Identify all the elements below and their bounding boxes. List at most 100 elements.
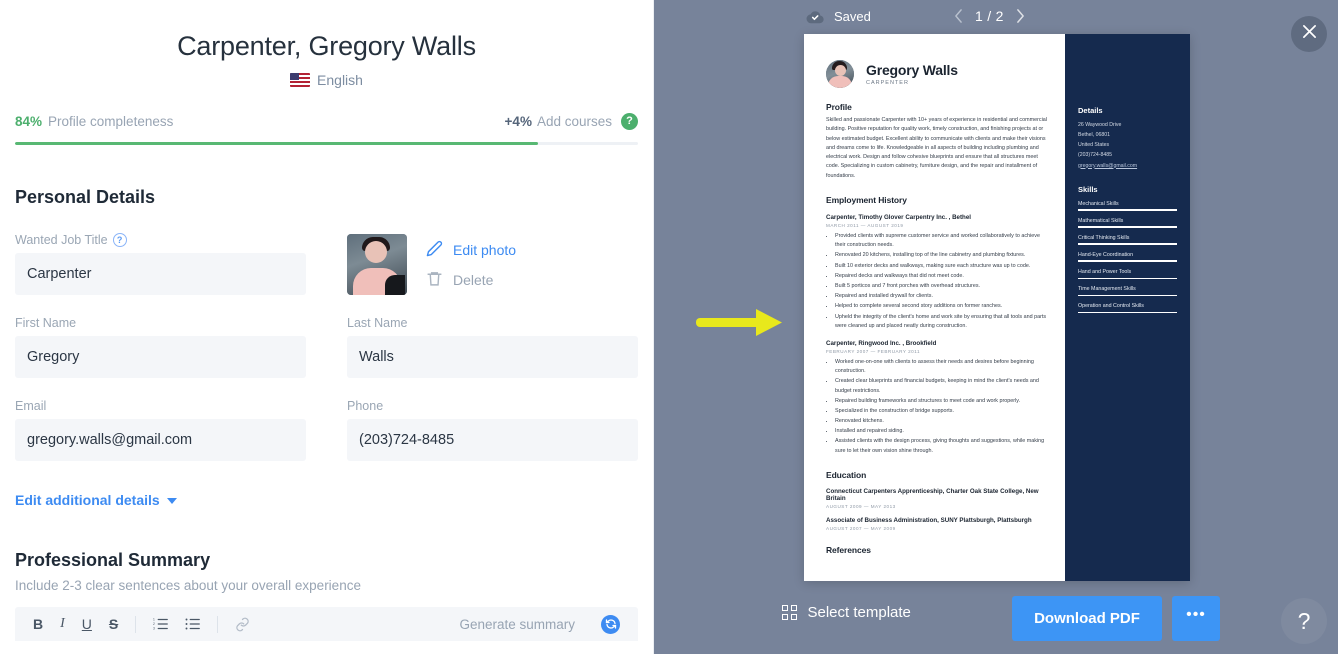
resume-skill-name: Hand and Power Tools [1078,269,1132,276]
wanted-job-title-input[interactable]: Carpenter [15,253,306,295]
strikethrough-button[interactable]: S [109,617,118,631]
help-button[interactable]: ? [1281,598,1327,644]
bold-button[interactable]: B [33,617,43,631]
edit-additional-details-link[interactable]: Edit additional details [15,492,638,508]
list-item: Worked one-on-one with clients to assess… [835,358,1047,376]
resume-skill-bar [1078,209,1177,211]
language-row[interactable]: English [15,72,638,88]
us-flag-icon [290,73,311,87]
resume-education-title: Connecticut Carpenters Apprenticeship, C… [826,487,1039,502]
resume-skill-name: Mathematical Skills [1078,217,1124,224]
completeness-help-icon[interactable]: ? [621,113,638,130]
resume-skill-name: Hand-Eye Coordination [1078,251,1134,258]
last-name-field: Last Name Walls [347,316,638,378]
select-template-label: Select template [807,604,911,621]
underline-button[interactable]: U [82,617,92,631]
wanted-job-title-help-icon[interactable]: ? [112,233,127,247]
generate-summary-label[interactable]: Generate summary [459,617,575,632]
download-pdf-button[interactable]: Download PDF [1012,596,1162,641]
resume-header: Gregory Walls CARPENTER [826,60,1047,88]
resume-details-email[interactable]: gregory.walls@gmail.com [1078,161,1177,171]
chevron-left-icon[interactable] [954,9,963,23]
email-input[interactable]: gregory.walls@gmail.com [15,419,306,461]
select-template-button[interactable]: Select template [782,604,911,621]
resume-skill-name: Operation and Control Skills [1078,303,1144,310]
ordered-list-icon[interactable]: 123 [153,617,169,631]
add-courses-percent: +4% [504,114,532,129]
resume-skills-list: Mechanical Skills Mathematical Skills Crit… [1078,201,1177,314]
resume-skill-bar [1078,294,1177,297]
link-icon[interactable] [235,617,250,632]
resume-detail-line: United States [1078,142,1110,149]
italic-button[interactable]: I [60,617,65,631]
toolbar-divider-2 [217,615,219,633]
first-name-input[interactable]: Gregory [15,336,306,378]
phone-input[interactable]: (203)724-8485 [347,419,638,461]
avatar[interactable] [347,234,407,295]
resume-preview-page[interactable]: Gregory Walls CARPENTER Profile Skilled … [804,34,1190,581]
language-label: English [317,72,363,88]
delete-photo-button[interactable]: Delete [426,270,516,290]
resume-education-heading: Education [826,469,867,480]
resume-skill-item: Time Management Skills [1078,286,1177,297]
add-courses-label[interactable]: Add courses [537,114,612,129]
email-label: Email [15,399,47,413]
resume-education-list: Connecticut Carpenters Apprenticeship, C… [826,488,1047,531]
editor-pane: Carpenter, Gregory Walls English 84% Pro… [0,0,654,654]
wanted-job-title-field: Wanted Job Title ? Carpenter [15,233,306,295]
chevron-right-icon[interactable] [1016,9,1025,23]
resume-detail-line: Bethel, 06801 [1078,132,1111,139]
more-options-button[interactable]: ••• [1172,596,1220,641]
page-title: Carpenter, Gregory Walls [177,31,476,61]
personal-details-heading: Personal Details [15,187,156,207]
list-item: Built 5 porticos and 7 front porches wit… [835,282,1047,291]
delete-photo-label: Delete [453,272,494,288]
last-name-input[interactable]: Walls [347,336,638,378]
resume-name: Gregory Walls [866,62,958,78]
contact-row: Email gregory.walls@gmail.com Phone (203… [15,399,638,461]
svg-text:1: 1 [153,618,155,622]
resume-skill-name: Critical Thinking Skills [1078,234,1130,241]
resume-skill-item: Critical Thinking Skills [1078,235,1177,245]
resume-education-dates: AUGUST 2009 — MAY 2013 [826,503,896,509]
cloud-check-icon [806,10,825,24]
close-button[interactable] [1291,16,1327,52]
edit-photo-button[interactable]: Edit photo [426,240,516,260]
list-item: Renovated 20 kitchens, installing top of… [835,251,1047,260]
resume-skill-name: Time Management Skills [1078,286,1136,293]
last-name-label: Last Name [347,316,408,330]
list-item: Upheld the integrity of the client's hom… [835,313,1047,331]
resume-references-heading: References [826,544,871,555]
job-title-and-photo-row: Wanted Job Title ? Carpenter Edit photo … [15,233,638,295]
list-item: Repaired building frameworks and structu… [835,397,1047,406]
list-item: Helped to complete several second story … [835,302,1047,311]
resume-skill-item: Mechanical Skills [1078,201,1177,211]
resume-skill-bar [1078,260,1177,263]
resume-job-bullets: Provided clients with supreme customer s… [835,232,1047,331]
resume-job-bullets: Worked one-on-one with clients to assess… [835,358,1047,456]
refresh-icon[interactable] [601,614,620,634]
photo-area: Edit photo Delete [347,233,638,295]
list-item: Created clear blueprints and financial b… [835,377,1047,395]
resume-skill-item: Operation and Control Skills [1078,303,1177,314]
bullet-list-icon[interactable] [185,617,201,631]
pencil-icon [426,240,443,260]
resume-skills-heading: Skills [1078,184,1098,194]
resume-skill-item: Mathematical Skills [1078,218,1177,228]
resume-profile-text: Skilled and passionate Carpenter with 10… [826,117,1047,179]
list-item: Assisted clients with the design process… [835,437,1047,455]
resume-education-dates: AUGUST 2007 — MAY 2009 [826,525,896,531]
resume-employment-heading: Employment History [826,195,907,206]
resume-detail-line: 26 Waywood Drive [1078,122,1122,128]
rich-text-toolbar: B I U S 123 Generate summary [15,607,638,641]
resume-education-title: Associate of Business Administration, SU… [826,516,1032,524]
list-item: Repaired decks and walkways that did not… [835,272,1047,281]
progress-bar [15,142,638,145]
completeness-percent: 84% [15,114,43,129]
saved-label: Saved [834,9,871,24]
resume-job-dates: MARCH 2011 — AUGUST 2019 [826,223,904,229]
resume-details-list: 26 Waywood Drive Bethel, 06801 United Stat… [1078,120,1177,161]
preview-topbar: Saved 1 / 2 [654,0,1338,36]
resume-job-title: Carpenter, Ringwood Inc. , Brookfield [826,339,937,347]
resume-role: CARPENTER [866,80,909,86]
